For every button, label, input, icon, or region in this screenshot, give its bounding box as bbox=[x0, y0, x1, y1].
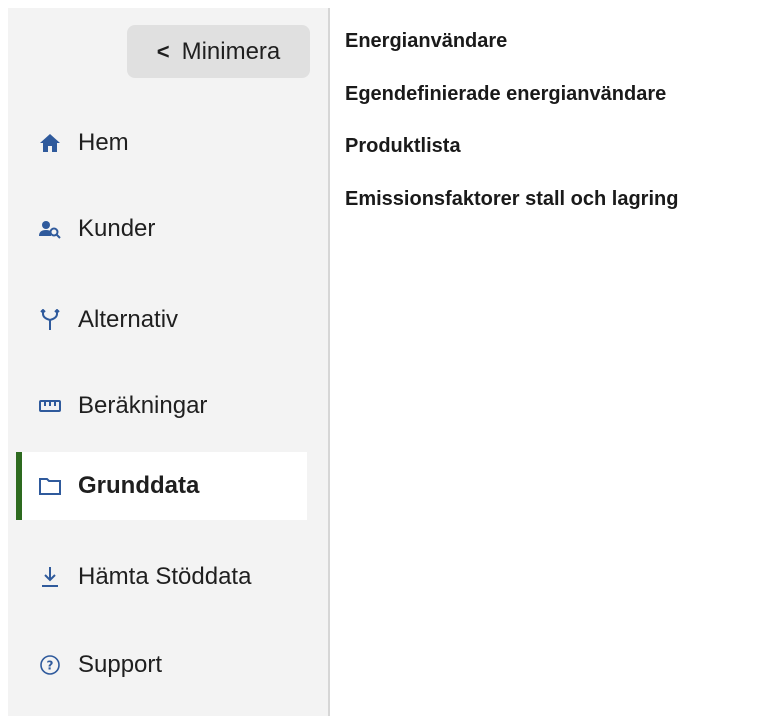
minimize-button[interactable]: < Minimera bbox=[127, 25, 310, 78]
sidebar-item-label: Hämta Stöddata bbox=[78, 563, 252, 590]
minimize-label: Minimera bbox=[181, 37, 281, 65]
folder-icon bbox=[38, 474, 62, 498]
sidebar-item-label: Support bbox=[78, 651, 163, 678]
link-energianvandare[interactable]: Energianvändare bbox=[345, 22, 678, 75]
chevron-left-icon: < bbox=[156, 38, 170, 64]
customers-icon bbox=[38, 217, 62, 241]
main-content: Energianvändare Egendefinierade energian… bbox=[345, 22, 678, 232]
ruler-icon bbox=[38, 394, 62, 418]
svg-text:?: ? bbox=[47, 659, 54, 673]
sidebar-item-label: Beräkningar bbox=[78, 392, 208, 419]
link-egendefinierade-energianvandare[interactable]: Egendefinierade energianvändare bbox=[345, 75, 678, 128]
sidebar-item-berakningar[interactable]: Beräkningar bbox=[16, 372, 307, 440]
sidebar: < Minimera Hem Kunder Alternativ Beräkni… bbox=[8, 8, 330, 716]
help-icon: ? bbox=[38, 653, 62, 677]
link-produktlista[interactable]: Produktlista bbox=[345, 127, 678, 180]
sidebar-item-label: Hem bbox=[78, 129, 129, 156]
sidebar-item-hamta-stoddata[interactable]: Hämta Stöddata bbox=[16, 543, 307, 611]
sidebar-item-alternativ[interactable]: Alternativ bbox=[16, 286, 307, 354]
sidebar-item-kunder[interactable]: Kunder bbox=[16, 195, 307, 263]
sidebar-item-support[interactable]: ? Support bbox=[16, 631, 307, 699]
sidebar-item-grunddata[interactable]: Grunddata bbox=[16, 452, 307, 520]
home-icon bbox=[38, 131, 62, 155]
sidebar-item-label: Grunddata bbox=[78, 472, 200, 499]
sidebar-item-label: Kunder bbox=[78, 215, 156, 242]
sidebar-item-hem[interactable]: Hem bbox=[16, 109, 307, 177]
sidebar-item-label: Alternativ bbox=[78, 306, 179, 333]
merge-icon bbox=[38, 308, 62, 332]
link-emissionsfaktorer[interactable]: Emissionsfaktorer stall och lagring bbox=[345, 180, 678, 233]
download-icon bbox=[38, 565, 62, 589]
